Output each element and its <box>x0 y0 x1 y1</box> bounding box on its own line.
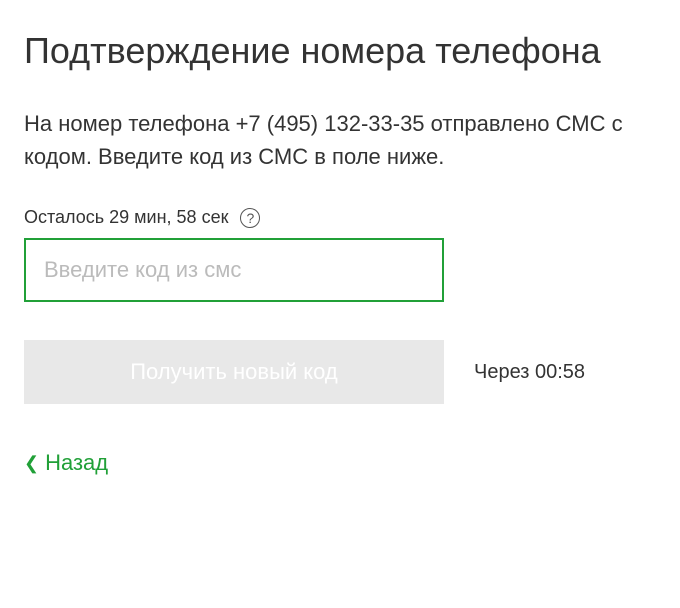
page-title: Подтверждение номера телефона <box>24 28 656 73</box>
get-new-code-button[interactable]: Получить новый код <box>24 340 444 404</box>
sms-code-input[interactable] <box>24 238 444 302</box>
back-link[interactable]: ❮ Назад <box>24 450 108 476</box>
timer-remaining: Осталось 29 мин, 58 сек <box>24 207 228 228</box>
back-link-label: Назад <box>45 450 108 476</box>
new-code-countdown: Через 00:58 <box>474 361 585 384</box>
timer-row: Осталось 29 мин, 58 сек ? <box>24 207 656 228</box>
chevron-left-icon: ❮ <box>24 454 39 472</box>
help-icon[interactable]: ? <box>240 208 260 228</box>
instruction-text: На номер телефона +7 (495) 132-33-35 отп… <box>24 107 656 173</box>
new-code-row: Получить новый код Через 00:58 <box>24 340 656 404</box>
